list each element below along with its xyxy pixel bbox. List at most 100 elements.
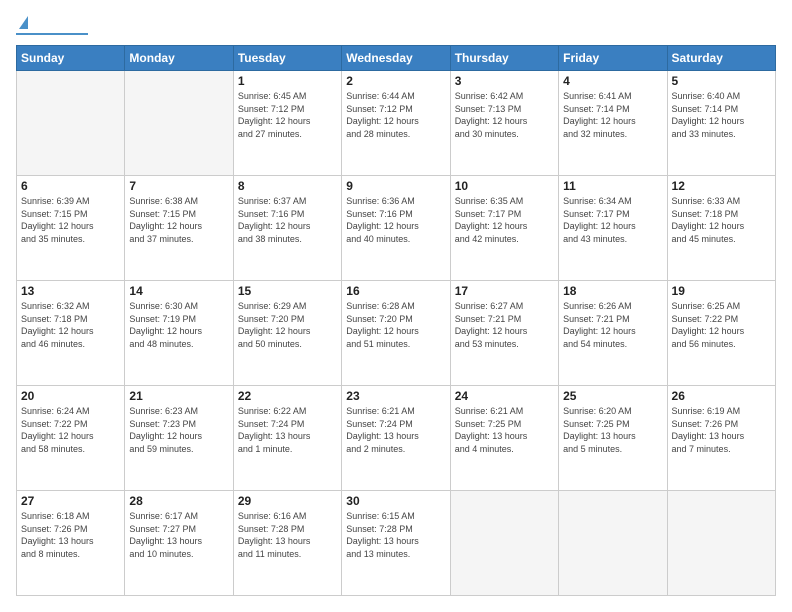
day-number: 5 xyxy=(672,74,771,88)
day-number: 20 xyxy=(21,389,120,403)
day-number: 25 xyxy=(563,389,662,403)
day-number: 9 xyxy=(346,179,445,193)
calendar-cell: 3Sunrise: 6:42 AM Sunset: 7:13 PM Daylig… xyxy=(450,71,558,176)
calendar-cell: 18Sunrise: 6:26 AM Sunset: 7:21 PM Dayli… xyxy=(559,281,667,386)
day-info: Sunrise: 6:15 AM Sunset: 7:28 PM Dayligh… xyxy=(346,510,445,560)
calendar-cell: 7 Sunrise: 6:38 AM Sunset: 7:15 PM Daylig… xyxy=(125,176,233,281)
day-number: 1 xyxy=(238,74,337,88)
weekday-header-row: SundayMondayTuesdayWednesdayThursdayFrid… xyxy=(17,46,776,71)
calendar-cell: 17 Sunrise: 6:27 AM Sunset: 7:21 PM Dayli… xyxy=(450,281,558,386)
day-number: 7 xyxy=(129,179,228,193)
calendar-cell: 6 Sunrise: 6:39 AM Sunset: 7:15 PM Daylig… xyxy=(17,176,125,281)
logo-triangle-icon xyxy=(19,16,28,29)
day-info: Sunrise: 6:32 AM Sunset: 7:18 PM Dayligh… xyxy=(21,300,120,350)
day-number: 23 xyxy=(346,389,445,403)
day-info: Sunrise: 6:37 AM Sunset: 7:16 PM Dayligh… xyxy=(238,195,337,245)
day-info: Sunrise: 6:17 AM Sunset: 7:27 PM Dayligh… xyxy=(129,510,228,560)
day-number: 28 xyxy=(129,494,228,508)
day-info: Sunrise: 6:39 AM Sunset: 7:15 PM Dayligh… xyxy=(21,195,120,245)
day-number: 22 xyxy=(238,389,337,403)
day-number: 29 xyxy=(238,494,337,508)
weekday-header-thursday: Thursday xyxy=(450,46,558,71)
calendar-cell: 22Sunrise: 6:22 AM Sunset: 7:24 PM Dayli… xyxy=(233,386,341,491)
calendar-cell: 30Sunrise: 6:15 AM Sunset: 7:28 PM Dayli… xyxy=(342,491,450,596)
calendar-cell: 4 Sunrise: 6:41 AM Sunset: 7:14 PM Daylig… xyxy=(559,71,667,176)
weekday-header-friday: Friday xyxy=(559,46,667,71)
logo xyxy=(16,16,88,35)
calendar-cell: 14 Sunrise: 6:30 AM Sunset: 7:19 PM Dayli… xyxy=(125,281,233,386)
calendar-cell: 19 Sunrise: 6:25 AM Sunset: 7:22 PM Dayli… xyxy=(667,281,775,386)
day-number: 12 xyxy=(672,179,771,193)
calendar-cell: 12 Sunrise: 6:33 AM Sunset: 7:18 PM Dayli… xyxy=(667,176,775,281)
day-info: Sunrise: 6:30 AM Sunset: 7:19 PM Dayligh… xyxy=(129,300,228,350)
day-number: 16 xyxy=(346,284,445,298)
weekday-header-wednesday: Wednesday xyxy=(342,46,450,71)
day-info: Sunrise: 6:41 AM Sunset: 7:14 PM Dayligh… xyxy=(563,90,662,140)
calendar-cell: 24Sunrise: 6:21 AM Sunset: 7:25 PM Dayli… xyxy=(450,386,558,491)
weekday-header-tuesday: Tuesday xyxy=(233,46,341,71)
day-info: Sunrise: 6:40 AM Sunset: 7:14 PM Dayligh… xyxy=(672,90,771,140)
weekday-header-monday: Monday xyxy=(125,46,233,71)
calendar: SundayMondayTuesdayWednesdayThursdayFrid… xyxy=(16,45,776,596)
day-info: Sunrise: 6:42 AM Sunset: 7:13 PM Dayligh… xyxy=(455,90,554,140)
day-number: 13 xyxy=(21,284,120,298)
calendar-cell: 1Sunrise: 6:45 AM Sunset: 7:12 PM Daylig… xyxy=(233,71,341,176)
calendar-cell xyxy=(450,491,558,596)
day-info: Sunrise: 6:27 AM Sunset: 7:21 PM Dayligh… xyxy=(455,300,554,350)
calendar-cell: 8 Sunrise: 6:37 AM Sunset: 7:16 PM Daylig… xyxy=(233,176,341,281)
day-info: Sunrise: 6:34 AM Sunset: 7:17 PM Dayligh… xyxy=(563,195,662,245)
week-row-3: 13 Sunrise: 6:32 AM Sunset: 7:18 PM Dayli… xyxy=(17,281,776,386)
day-number: 17 xyxy=(455,284,554,298)
day-number: 2 xyxy=(346,74,445,88)
header xyxy=(16,16,776,35)
day-info: Sunrise: 6:19 AM Sunset: 7:26 PM Dayligh… xyxy=(672,405,771,455)
week-row-1: 1Sunrise: 6:45 AM Sunset: 7:12 PM Daylig… xyxy=(17,71,776,176)
calendar-cell: 20 Sunrise: 6:24 AM Sunset: 7:22 PM Dayli… xyxy=(17,386,125,491)
calendar-cell: 28 Sunrise: 6:17 AM Sunset: 7:27 PM Dayli… xyxy=(125,491,233,596)
day-number: 8 xyxy=(238,179,337,193)
calendar-cell xyxy=(17,71,125,176)
calendar-cell xyxy=(125,71,233,176)
calendar-cell: 27 Sunrise: 6:18 AM Sunset: 7:26 PM Dayli… xyxy=(17,491,125,596)
day-number: 11 xyxy=(563,179,662,193)
calendar-cell: 10Sunrise: 6:35 AM Sunset: 7:17 PM Dayli… xyxy=(450,176,558,281)
day-info: Sunrise: 6:38 AM Sunset: 7:15 PM Dayligh… xyxy=(129,195,228,245)
day-number: 4 xyxy=(563,74,662,88)
calendar-cell: 11 Sunrise: 6:34 AM Sunset: 7:17 PM Dayli… xyxy=(559,176,667,281)
day-info: Sunrise: 6:20 AM Sunset: 7:25 PM Dayligh… xyxy=(563,405,662,455)
day-info: Sunrise: 6:18 AM Sunset: 7:26 PM Dayligh… xyxy=(21,510,120,560)
calendar-cell: 23 Sunrise: 6:21 AM Sunset: 7:24 PM Dayli… xyxy=(342,386,450,491)
week-row-5: 27 Sunrise: 6:18 AM Sunset: 7:26 PM Dayli… xyxy=(17,491,776,596)
day-info: Sunrise: 6:25 AM Sunset: 7:22 PM Dayligh… xyxy=(672,300,771,350)
calendar-cell: 21 Sunrise: 6:23 AM Sunset: 7:23 PM Dayli… xyxy=(125,386,233,491)
page-container: SundayMondayTuesdayWednesdayThursdayFrid… xyxy=(0,0,792,612)
weekday-header-sunday: Sunday xyxy=(17,46,125,71)
day-number: 14 xyxy=(129,284,228,298)
week-row-4: 20 Sunrise: 6:24 AM Sunset: 7:22 PM Dayli… xyxy=(17,386,776,491)
day-number: 18 xyxy=(563,284,662,298)
day-info: Sunrise: 6:33 AM Sunset: 7:18 PM Dayligh… xyxy=(672,195,771,245)
day-info: Sunrise: 6:29 AM Sunset: 7:20 PM Dayligh… xyxy=(238,300,337,350)
logo-underline xyxy=(16,33,88,35)
calendar-cell: 16 Sunrise: 6:28 AM Sunset: 7:20 PM Dayli… xyxy=(342,281,450,386)
day-number: 19 xyxy=(672,284,771,298)
calendar-cell: 9Sunrise: 6:36 AM Sunset: 7:16 PM Daylig… xyxy=(342,176,450,281)
calendar-cell: 13 Sunrise: 6:32 AM Sunset: 7:18 PM Dayli… xyxy=(17,281,125,386)
day-info: Sunrise: 6:44 AM Sunset: 7:12 PM Dayligh… xyxy=(346,90,445,140)
calendar-cell: 25 Sunrise: 6:20 AM Sunset: 7:25 PM Dayli… xyxy=(559,386,667,491)
day-info: Sunrise: 6:16 AM Sunset: 7:28 PM Dayligh… xyxy=(238,510,337,560)
day-number: 6 xyxy=(21,179,120,193)
day-info: Sunrise: 6:24 AM Sunset: 7:22 PM Dayligh… xyxy=(21,405,120,455)
calendar-cell: 5 Sunrise: 6:40 AM Sunset: 7:14 PM Daylig… xyxy=(667,71,775,176)
calendar-cell xyxy=(559,491,667,596)
day-info: Sunrise: 6:21 AM Sunset: 7:24 PM Dayligh… xyxy=(346,405,445,455)
day-info: Sunrise: 6:23 AM Sunset: 7:23 PM Dayligh… xyxy=(129,405,228,455)
day-number: 27 xyxy=(21,494,120,508)
day-number: 15 xyxy=(238,284,337,298)
day-number: 24 xyxy=(455,389,554,403)
day-number: 21 xyxy=(129,389,228,403)
calendar-cell: 26 Sunrise: 6:19 AM Sunset: 7:26 PM Dayli… xyxy=(667,386,775,491)
day-number: 26 xyxy=(672,389,771,403)
calendar-cell: 2 Sunrise: 6:44 AM Sunset: 7:12 PM Daylig… xyxy=(342,71,450,176)
day-info: Sunrise: 6:28 AM Sunset: 7:20 PM Dayligh… xyxy=(346,300,445,350)
